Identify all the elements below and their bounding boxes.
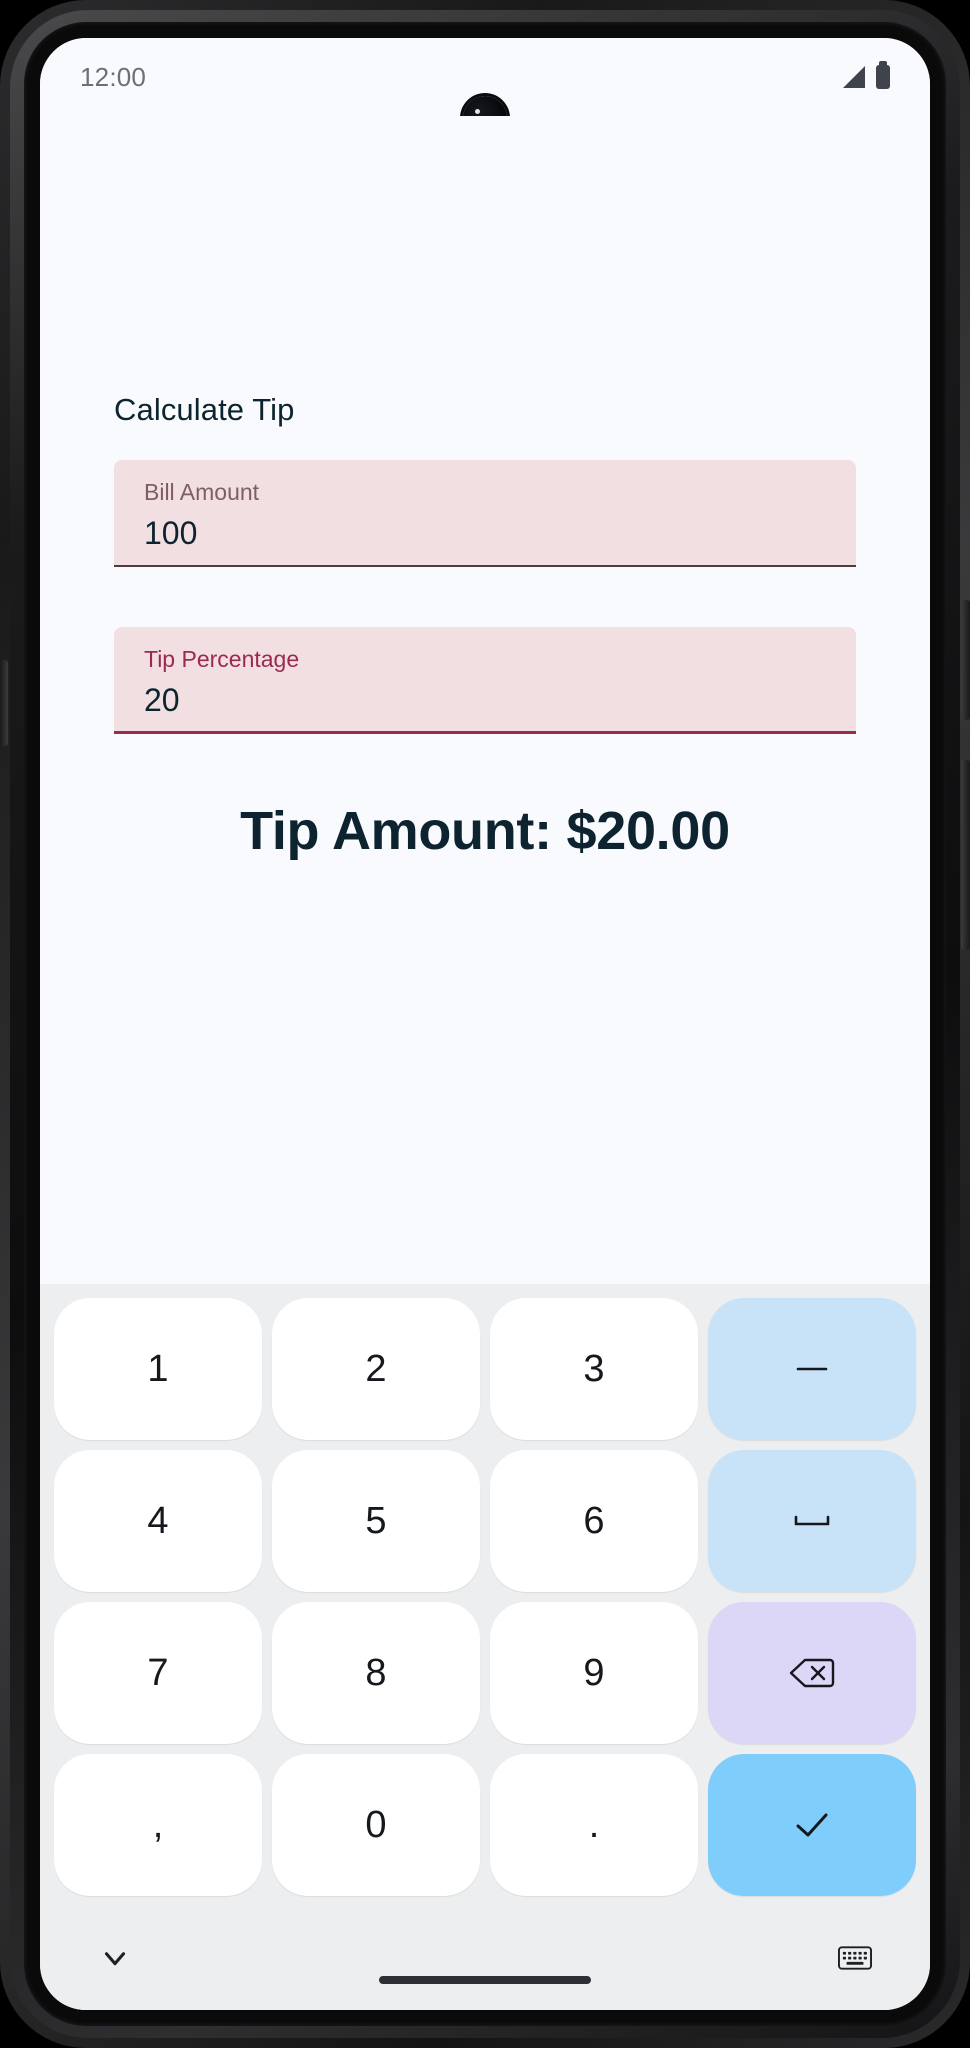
signal-triangle-icon — [843, 66, 865, 88]
key-4[interactable]: 4 — [54, 1450, 262, 1592]
tip-percentage-field[interactable]: Tip Percentage 20 — [114, 626, 856, 734]
tip-percentage-input[interactable]: 20 — [144, 680, 826, 720]
keyboard-row: 7 8 9 — [50, 1602, 920, 1754]
key-5[interactable]: 5 — [272, 1450, 480, 1592]
bill-amount-label: Bill Amount — [144, 479, 260, 505]
key-6-label: 6 — [583, 1499, 605, 1542]
key-1[interactable]: 1 — [54, 1298, 262, 1440]
keyboard-row: 4 5 6 — [50, 1450, 920, 1602]
key-minus[interactable] — [708, 1298, 916, 1440]
key-0[interactable]: 0 — [272, 1754, 480, 1896]
minus-icon — [792, 1363, 832, 1375]
numeric-keyboard: 1 2 3 4 5 6 7 8 9, 0. — [40, 1284, 930, 2010]
space-icon — [790, 1511, 834, 1531]
key-9[interactable]: 9 — [490, 1602, 698, 1744]
key-space[interactable] — [708, 1450, 916, 1592]
key-5-label: 5 — [365, 1499, 387, 1542]
home-indicator[interactable] — [379, 1976, 591, 1984]
phone-screen: 12:00 Calculate Tip Bill Amount 100 Tip … — [40, 38, 930, 2010]
bill-amount-underline — [114, 564, 856, 567]
status-bar-clock: 12:00 — [80, 61, 147, 92]
tip-amount-result: Tip Amount: $20.00 — [240, 800, 730, 861]
key-comma[interactable]: , — [54, 1754, 262, 1896]
power-button[interactable] — [961, 600, 970, 720]
tip-percentage-label: Tip Percentage — [144, 645, 300, 672]
page-title: Calculate Tip — [114, 392, 295, 427]
key-2-label: 2 — [365, 1347, 387, 1390]
keyboard-row: 1 2 3 — [50, 1298, 920, 1450]
key-0-label: 0 — [365, 1803, 387, 1846]
key-period[interactable]: . — [490, 1754, 698, 1896]
key-4-label: 4 — [147, 1499, 169, 1542]
bill-amount-input[interactable]: 100 — [144, 513, 826, 553]
keyboard-icon[interactable] — [838, 1945, 872, 1971]
status-bar-icons — [843, 61, 890, 89]
key-comma-label: , — [152, 1803, 164, 1846]
key-2[interactable]: 2 — [272, 1298, 480, 1440]
key-backspace[interactable] — [708, 1602, 916, 1744]
chevron-down-icon[interactable] — [98, 1941, 132, 1975]
volume-button[interactable] — [961, 760, 970, 950]
battery-full-icon — [876, 61, 890, 89]
checkmark-icon — [790, 1808, 834, 1842]
key-6[interactable]: 6 — [490, 1450, 698, 1592]
key-8-label: 8 — [365, 1651, 387, 1694]
key-3-label: 3 — [583, 1347, 605, 1390]
key-8[interactable]: 8 — [272, 1602, 480, 1744]
key-3[interactable]: 3 — [490, 1298, 698, 1440]
keyboard-rows: 1 2 3 4 5 6 7 8 9, 0. — [50, 1298, 920, 1906]
phone-frame: 12:00 Calculate Tip Bill Amount 100 Tip … — [0, 0, 970, 2048]
key-1-label: 1 — [147, 1347, 169, 1390]
side-button-left[interactable] — [0, 660, 8, 746]
app-content: Calculate Tip Bill Amount 100 Tip Percen… — [40, 116, 930, 1284]
tip-percentage-underline — [114, 730, 856, 734]
backspace-icon — [789, 1656, 835, 1690]
keyboard-bottom-bar — [50, 1906, 920, 2010]
key-7[interactable]: 7 — [54, 1602, 262, 1744]
key-9-label: 9 — [583, 1651, 605, 1694]
key-7-label: 7 — [147, 1651, 169, 1694]
keyboard-row: , 0. — [50, 1754, 920, 1906]
key-period-label: . — [588, 1803, 600, 1846]
key-enter[interactable] — [708, 1754, 916, 1896]
bill-amount-field[interactable]: Bill Amount 100 — [114, 460, 856, 567]
